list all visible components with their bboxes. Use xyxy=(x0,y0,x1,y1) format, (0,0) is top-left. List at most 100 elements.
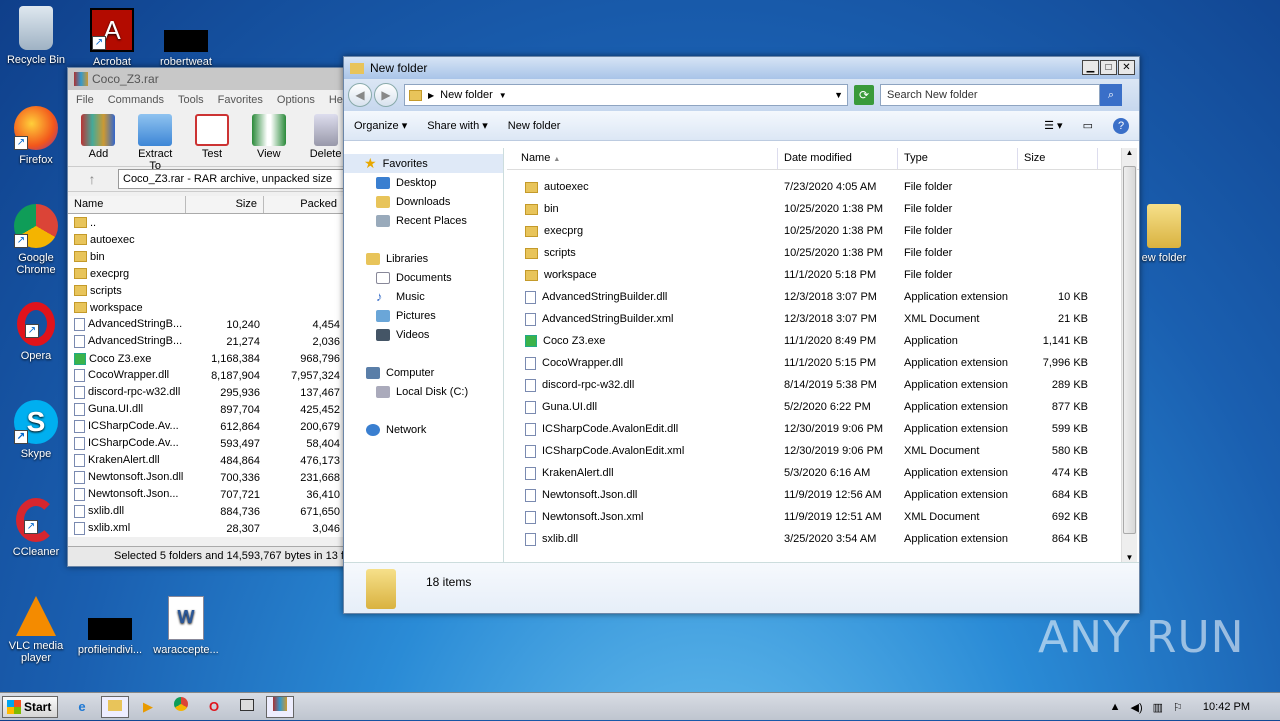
table-row[interactable]: Guna.UI.dll 897,704 425,452 xyxy=(68,401,356,418)
extract-to-button[interactable]: Extract To xyxy=(135,114,176,172)
network-tray-icon[interactable]: ▥ xyxy=(1153,701,1163,714)
breadcrumb[interactable]: New folder xyxy=(440,89,493,101)
menu-commands[interactable]: Commands xyxy=(108,94,164,106)
desktop-icon-profileindivi[interactable]: profileindivi... xyxy=(74,596,146,656)
explorer-titlebar[interactable]: New folder ▁ □ ✕ xyxy=(344,57,1139,79)
scroll-thumb[interactable] xyxy=(1123,166,1136,534)
view-options-icon[interactable]: ☰ ▾ xyxy=(1044,119,1062,132)
nav-computer[interactable]: Computer xyxy=(344,363,503,382)
explorer-window[interactable]: New folder ▁ □ ✕ ◀ ▶ ▶ New folder ▼ ▼ ⟳ … xyxy=(343,56,1140,614)
desktop-icon-acrobat[interactable]: A ↗ Acrobat xyxy=(76,8,148,68)
desktop-icon-recycle-bin[interactable]: Recycle Bin xyxy=(0,6,72,66)
taskbar-explorer-icon[interactable] xyxy=(101,695,129,718)
list-item[interactable]: KrakenAlert.dll 5/3/2020 6:16 AM Applicati… xyxy=(507,462,1139,484)
table-row[interactable]: .. xyxy=(68,214,356,231)
nav-network[interactable]: Network xyxy=(344,420,503,439)
desktop-icon-robertweat[interactable]: robertweat xyxy=(150,8,222,68)
list-item[interactable]: Guna.UI.dll 5/2/2020 6:22 PM Application e… xyxy=(507,396,1139,418)
back-button[interactable]: ◀ xyxy=(348,83,372,107)
clock[interactable]: 10:42 PM xyxy=(1203,701,1250,713)
list-item[interactable]: ICSharpCode.AvalonEdit.dll 12/30/2019 9:0… xyxy=(507,418,1139,440)
volume-icon[interactable]: ◀) xyxy=(1131,701,1143,714)
table-row[interactable]: workspace xyxy=(68,299,356,316)
table-row[interactable]: discord-rpc-w32.dll 295,936 137,467 xyxy=(68,384,356,401)
desktop-icon-firefox[interactable]: ↗ Firefox xyxy=(0,106,72,166)
address-field[interactable]: ▶ New folder ▼ ▼ xyxy=(404,84,848,106)
menu-tools[interactable]: Tools xyxy=(178,94,204,106)
menu-file[interactable]: File xyxy=(76,94,94,106)
table-row[interactable]: Coco Z3.exe 1,168,384 968,796 xyxy=(68,350,356,367)
preview-pane-icon[interactable]: ▭ xyxy=(1083,119,1093,132)
list-item[interactable]: sxlib.dll 3/25/2020 3:54 AM Application ex… xyxy=(507,528,1139,550)
nav-libraries[interactable]: Libraries xyxy=(344,249,503,268)
nav-pictures[interactable]: Pictures xyxy=(344,306,503,325)
desktop-icon-ccleaner[interactable]: ↗ CCleaner xyxy=(0,498,72,558)
close-button[interactable]: ✕ xyxy=(1118,60,1135,75)
list-item[interactable]: bin 10/25/2020 1:38 PM File folder xyxy=(507,198,1139,220)
help-icon[interactable]: ? xyxy=(1113,117,1129,134)
breadcrumb-arrow-icon[interactable]: ▶ xyxy=(428,91,434,100)
list-item[interactable]: scripts 10/25/2020 1:38 PM File folder xyxy=(507,242,1139,264)
desktop-icon-waraccepte[interactable]: W waraccepte... xyxy=(150,596,222,656)
nav-documents[interactable]: Documents xyxy=(344,268,503,287)
scroll-up-arrow[interactable]: ▲ xyxy=(1122,148,1137,157)
test-button[interactable]: Test xyxy=(192,114,233,162)
menu-favorites[interactable]: Favorites xyxy=(218,94,263,106)
list-item[interactable]: ICSharpCode.AvalonEdit.xml 12/30/2019 9:0… xyxy=(507,440,1139,462)
taskbar-app-icon[interactable] xyxy=(233,696,261,718)
maximize-button[interactable]: □ xyxy=(1100,60,1117,75)
table-row[interactable]: bin xyxy=(68,248,356,265)
desktop-icon-chrome[interactable]: ↗ Google Chrome xyxy=(0,204,72,276)
winrar-window[interactable]: Coco_Z3.rar File Commands Tools Favorite… xyxy=(67,67,357,567)
col-name[interactable]: Name ▲ xyxy=(507,148,778,169)
share-with-button[interactable]: Share with ▾ xyxy=(427,119,488,132)
list-item[interactable]: AdvancedStringBuilder.xml 12/3/2018 3:07 … xyxy=(507,308,1139,330)
view-button[interactable]: View xyxy=(248,114,289,162)
nav-recent-places[interactable]: Recent Places xyxy=(344,211,503,230)
table-row[interactable]: execprg xyxy=(68,265,356,282)
taskbar-media-player-icon[interactable]: ▶ xyxy=(134,696,162,718)
list-item[interactable]: Newtonsoft.Json.dll 11/9/2019 12:56 AM App… xyxy=(507,484,1139,506)
scroll-down-arrow[interactable]: ▼ xyxy=(1122,553,1137,562)
col-size[interactable]: Size xyxy=(1018,148,1098,169)
col-size[interactable]: Size xyxy=(186,196,264,213)
menu-options[interactable]: Options xyxy=(277,94,315,106)
table-row[interactable]: autoexec xyxy=(68,231,356,248)
table-row[interactable]: scripts xyxy=(68,282,356,299)
desktop-icon-opera[interactable]: ↗ Opera xyxy=(0,302,72,362)
start-button[interactable]: Start xyxy=(2,695,58,718)
table-row[interactable]: ICSharpCode.Av... 593,497 58,404 xyxy=(68,435,356,452)
table-row[interactable]: KrakenAlert.dll 484,864 476,173 xyxy=(68,452,356,469)
table-row[interactable]: CocoWrapper.dll 8,187,904 7,957,324 xyxy=(68,367,356,384)
new-folder-button[interactable]: New folder xyxy=(508,120,561,132)
list-item[interactable]: AdvancedStringBuilder.dll 12/3/2018 3:07 … xyxy=(507,286,1139,308)
minimize-button[interactable]: ▁ xyxy=(1082,60,1099,75)
winrar-path-field[interactable]: Coco_Z3.rar - RAR archive, unpacked size xyxy=(118,169,352,189)
up-arrow-icon[interactable]: ↑ xyxy=(72,171,112,187)
nav-videos[interactable]: Videos xyxy=(344,325,503,344)
list-item[interactable]: workspace 11/1/2020 5:18 PM File folder xyxy=(507,264,1139,286)
nav-desktop[interactable]: Desktop xyxy=(344,173,503,192)
col-date-modified[interactable]: Date modified xyxy=(778,148,898,169)
table-row[interactable]: sxlib.xml 28,307 3,046 xyxy=(68,520,356,537)
list-item[interactable]: autoexec 7/23/2020 4:05 AM File folder xyxy=(507,176,1139,198)
list-item[interactable]: Newtonsoft.Json.xml 11/9/2019 12:51 AM XML… xyxy=(507,506,1139,528)
delete-button[interactable]: Delete xyxy=(305,114,346,162)
forward-button[interactable]: ▶ xyxy=(374,83,398,107)
tray-expand-icon[interactable]: ▲ xyxy=(1110,701,1121,713)
list-item[interactable]: Coco Z3.exe 11/1/2020 8:49 PM Application 1… xyxy=(507,330,1139,352)
refresh-button[interactable]: ⟳ xyxy=(854,85,874,105)
table-row[interactable]: ICSharpCode.Av... 612,864 200,679 xyxy=(68,418,356,435)
action-center-flag-icon[interactable]: ⚐ xyxy=(1173,701,1183,714)
nav-downloads[interactable]: Downloads xyxy=(344,192,503,211)
table-row[interactable]: sxlib.dll 884,736 671,650 xyxy=(68,503,356,520)
vertical-scrollbar[interactable]: ▲ ▼ xyxy=(1121,148,1137,562)
taskbar-chrome-icon[interactable] xyxy=(167,696,195,718)
col-name[interactable]: Name xyxy=(68,196,186,213)
breadcrumb-dropdown-icon[interactable]: ▼ xyxy=(499,91,507,100)
taskbar-opera-icon[interactable]: O xyxy=(200,696,228,718)
list-item[interactable]: execprg 10/25/2020 1:38 PM File folder xyxy=(507,220,1139,242)
table-row[interactable]: AdvancedStringB... 10,240 4,454 xyxy=(68,316,356,333)
table-row[interactable]: Newtonsoft.Json.dll 700,336 231,668 xyxy=(68,469,356,486)
taskbar-ie-icon[interactable]: e xyxy=(68,696,96,718)
